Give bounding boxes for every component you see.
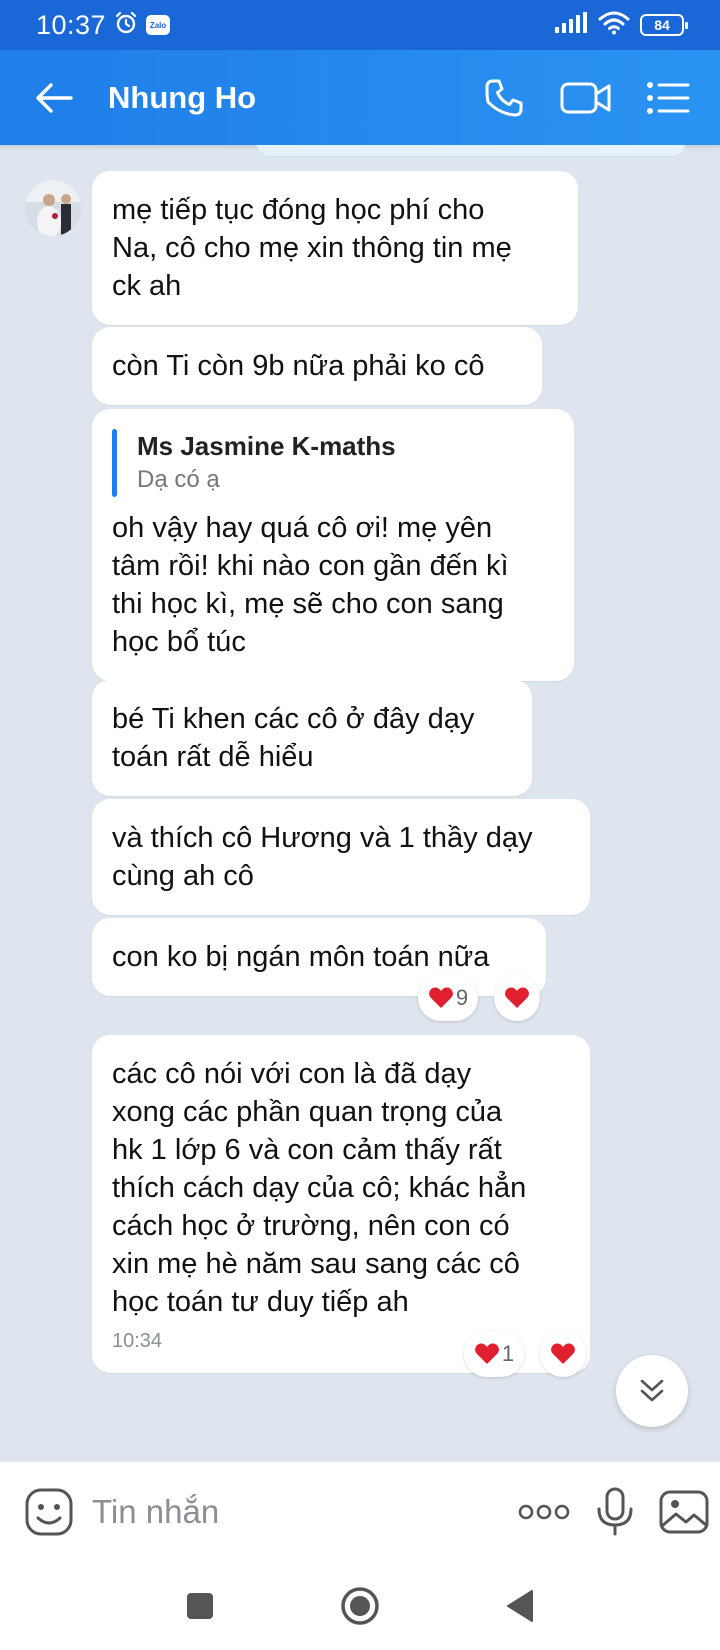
zalo-app-icon: Zalo <box>146 15 171 35</box>
message-text: bé Ti khen các cô ở đây dạy toán rất dễ … <box>112 703 475 773</box>
image-icon <box>659 1490 709 1533</box>
message-text: còn Ti còn 9b nữa phải ko cô <box>112 350 485 382</box>
message-text: mẹ tiếp tục đóng học phí cho Na, cô cho … <box>112 194 512 302</box>
message-bubble[interactable]: bé Ti khen các cô ở đây dạy toán rất dễ … <box>92 680 532 796</box>
status-bar: 10:37 Zalo 84 <box>0 0 720 50</box>
previous-message-bubble <box>256 145 686 157</box>
quoted-message[interactable]: Ms Jasmine K-maths Dạ có ạ <box>112 429 554 497</box>
contact-name[interactable]: Nhung Ho <box>108 80 474 116</box>
message-composer <box>0 1461 720 1561</box>
chat-messages[interactable]: mẹ tiếp tục đóng học phí cho Na, cô cho … <box>0 145 720 1461</box>
message-text: oh vậy hay quá cô ơi! mẹ yên tâm rồi! kh… <box>112 512 509 658</box>
message-text: và thích cô Hương và 1 thầy dạy cùng ah … <box>112 822 533 892</box>
status-time: 10:37 <box>36 9 107 40</box>
message-bubble-with-quote[interactable]: Ms Jasmine K-maths Dạ có ạ oh vậy hay qu… <box>92 409 574 681</box>
more-icon <box>518 1504 570 1519</box>
chevron-down-icon <box>640 1379 664 1402</box>
video-call-button[interactable] <box>556 68 616 128</box>
reaction-count: 1 <box>501 1341 515 1366</box>
wifi-icon <box>598 11 630 40</box>
reaction-summary[interactable]: 1 <box>464 1331 524 1377</box>
system-back-button[interactable] <box>495 1581 545 1631</box>
message-text: các cô nói với con là đã dạy xong các ph… <box>112 1058 527 1318</box>
send-image-button[interactable] <box>659 1481 709 1543</box>
message-bubble[interactable]: còn Ti còn 9b nữa phải ko cô <box>92 327 542 405</box>
message-text: con ko bị ngán môn toán nữa <box>112 941 490 973</box>
heart-icon <box>428 987 453 1008</box>
scroll-to-bottom-button[interactable] <box>616 1355 688 1427</box>
more-options-button[interactable] <box>517 1481 571 1543</box>
reaction-count: 9 <box>455 985 469 1010</box>
back-button[interactable] <box>26 70 82 126</box>
quote-text: Dạ có ạ <box>137 466 220 493</box>
signal-icon <box>554 11 588 39</box>
avatar[interactable] <box>25 180 81 236</box>
message-bubble[interactable]: các cô nói với con là đã dạy xong các ph… <box>92 1035 590 1373</box>
quote-author: Ms Jasmine K-maths <box>137 431 396 461</box>
back-arrow-icon <box>36 82 73 113</box>
battery-indicator: 84 <box>640 14 688 36</box>
phone-icon <box>485 79 523 116</box>
home-icon <box>341 1586 379 1625</box>
microphone-icon <box>597 1487 633 1535</box>
menu-icon <box>647 81 690 114</box>
heart-icon <box>551 1343 575 1364</box>
chat-header: Nhung Ho <box>0 50 720 145</box>
message-bubble[interactable]: mẹ tiếp tục đóng học phí cho Na, cô cho … <box>92 171 578 325</box>
home-button[interactable] <box>335 1581 385 1631</box>
message-bubble[interactable]: con ko bị ngán môn toán nữa <box>92 918 546 996</box>
system-navigation-bar <box>0 1561 720 1650</box>
message-bubble[interactable]: và thích cô Hương và 1 thầy dạy cùng ah … <box>92 799 590 915</box>
video-icon <box>560 82 611 113</box>
recents-button[interactable] <box>175 1581 225 1631</box>
reaction-summary[interactable]: 9 <box>418 975 478 1021</box>
react-heart-button[interactable] <box>540 1331 586 1377</box>
react-heart-button[interactable] <box>494 975 540 1021</box>
heart-icon <box>505 987 529 1008</box>
menu-button[interactable] <box>638 68 698 128</box>
quote-bar <box>112 429 117 497</box>
alarm-icon <box>114 11 138 40</box>
heart-icon <box>474 1343 499 1364</box>
emoji-icon <box>25 1488 73 1535</box>
emoji-button[interactable] <box>24 1486 74 1538</box>
voice-call-button[interactable] <box>474 68 534 128</box>
back-triangle-icon <box>507 1589 533 1622</box>
voice-message-button[interactable] <box>595 1481 635 1543</box>
message-input[interactable] <box>92 1492 517 1531</box>
recents-icon <box>187 1592 213 1619</box>
